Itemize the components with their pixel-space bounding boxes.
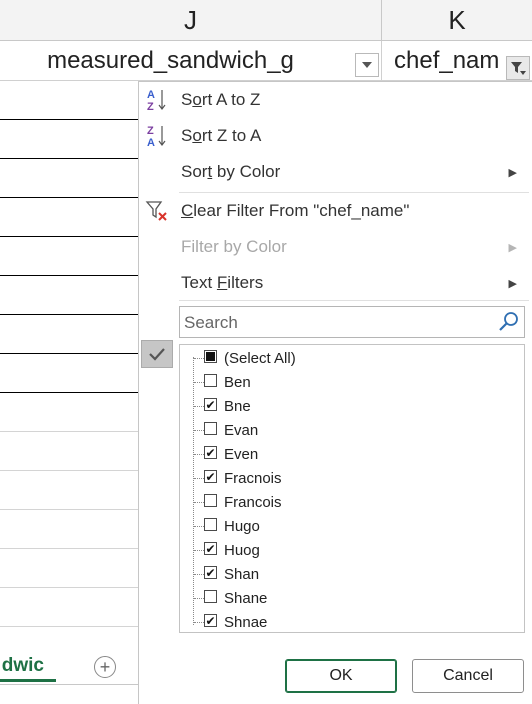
checkbox[interactable] — [204, 374, 217, 387]
menu-separator — [179, 300, 529, 301]
dropdown-arrow-icon — [362, 62, 372, 68]
svg-text:Z: Z — [147, 101, 154, 113]
cancel-button[interactable]: Cancel — [412, 659, 524, 693]
filter-value-label: Bne — [224, 397, 251, 415]
filter-value-item[interactable]: Evan — [180, 418, 500, 442]
column-header-j[interactable]: J — [0, 0, 382, 41]
add-sheet-button[interactable]: + — [94, 656, 116, 678]
filter-value-item[interactable]: ✔ Shnae — [180, 610, 500, 632]
autofilter-menu: A Z Sort A to Z Z A Sort Z to A Sort by … — [138, 81, 532, 704]
filter-value-item[interactable]: ✔ Even — [180, 442, 500, 466]
row-divider — [0, 587, 138, 588]
menu-item-label: Clear Filter From "chef_name" — [181, 201, 410, 220]
filter-value-item[interactable]: ✔ Huog — [180, 538, 500, 562]
filter-value-item[interactable]: Hugo — [180, 514, 500, 538]
menu-item-text-filters[interactable]: Text Filters ▶ — [139, 265, 531, 301]
menu-item-label: Text Filters — [181, 273, 264, 292]
filter-active-button[interactable] — [506, 56, 530, 80]
checkbox[interactable]: ✔ — [204, 542, 217, 555]
filter-value-list: (Select All) Ben ✔ Bne Evan ✔ Even ✔ Fracnois Fra… — [179, 344, 525, 633]
menu-item-sort-z-a[interactable]: Z A Sort Z to A — [139, 118, 531, 154]
row-divider — [0, 158, 138, 159]
row-divider — [0, 275, 138, 276]
checkbox[interactable] — [204, 518, 217, 531]
filter-value-item[interactable]: Francois — [180, 490, 500, 514]
menu-item-sort-by-color[interactable]: Sort by Color ▶ — [139, 154, 531, 190]
filter-value-item[interactable]: Ben — [180, 370, 500, 394]
checkmark-icon — [141, 340, 173, 368]
checkbox[interactable]: ✔ — [204, 614, 217, 627]
filter-value-label: Huog — [224, 541, 260, 559]
submenu-arrow-icon: ▶ — [508, 166, 517, 179]
checkbox[interactable] — [204, 422, 217, 435]
row-divider — [0, 197, 138, 198]
checkbox[interactable] — [204, 350, 217, 363]
sort-a-to-z-icon: A Z — [145, 87, 169, 113]
filter-dropdown-button[interactable] — [355, 53, 379, 77]
column-header-k[interactable]: K — [382, 0, 532, 41]
filter-value-label: Fracnois — [224, 469, 282, 487]
ok-button[interactable]: OK — [285, 659, 397, 693]
sort-z-to-a-icon: Z A — [145, 123, 169, 149]
row-divider — [0, 236, 138, 237]
filter-value-item[interactable]: ✔ Bne — [180, 394, 500, 418]
checkbox[interactable]: ✔ — [204, 566, 217, 579]
submenu-arrow-icon: ▶ — [508, 241, 517, 254]
row-divider — [0, 314, 138, 315]
search-box — [179, 306, 525, 339]
svg-text:Z: Z — [147, 125, 154, 137]
filter-value-label: Shan — [224, 565, 260, 583]
clear-filter-icon — [145, 198, 169, 224]
row-divider — [0, 626, 138, 627]
row-divider — [0, 119, 138, 120]
filter-value-label: Ben — [224, 373, 251, 391]
filter-value-label: Hugo — [224, 517, 260, 535]
checkbox[interactable]: ✔ — [204, 446, 217, 459]
menu-item-label: Sort Z to A — [181, 126, 262, 145]
search-icon[interactable] — [498, 311, 520, 333]
menu-item-clear-filter[interactable]: Clear Filter From "chef_name" — [139, 193, 531, 229]
filter-value-label: Shane — [224, 589, 268, 607]
filter-value-item[interactable]: Shane — [180, 586, 500, 610]
sheet-tab[interactable]: dwic — [0, 652, 56, 682]
menu-item-label: Filter by Color — [181, 237, 287, 256]
filter-value-item[interactable]: ✔ Fracnois — [180, 466, 500, 490]
row-divider — [0, 392, 138, 393]
header-cell-text: chef_nam — [394, 46, 500, 74]
filter-value-label: (Select All) — [224, 349, 296, 367]
row-divider — [0, 470, 138, 471]
filter-value-label: Even — [224, 445, 259, 463]
checkbox[interactable] — [204, 494, 217, 507]
submenu-arrow-icon: ▶ — [508, 277, 517, 290]
filter-value-item[interactable]: ✔ Shan — [180, 562, 500, 586]
filter-funnel-icon — [511, 62, 526, 75]
filter-value-label: Shnae — [224, 613, 268, 631]
column-letter-k: K — [448, 4, 466, 35]
row-divider — [0, 353, 138, 354]
filter-value-label: Francois — [224, 493, 282, 511]
tabbar-divider — [0, 684, 138, 685]
row-divider — [0, 548, 138, 549]
menu-item-sort-a-z[interactable]: A Z Sort A to Z — [139, 82, 531, 118]
filter-value-label: Evan — [224, 421, 259, 439]
header-cell-measured-sandwich[interactable]: measured_sandwich_g — [0, 41, 382, 81]
row-divider — [0, 509, 138, 510]
plus-circle-icon: + — [99, 656, 111, 677]
menu-item-label: Sort A to Z — [181, 90, 261, 109]
svg-text:A: A — [147, 137, 155, 149]
menu-item-label: Sort by Color — [181, 162, 281, 181]
menu-item-filter-by-color: Filter by Color ▶ — [139, 229, 531, 265]
column-letter-j: J — [184, 4, 197, 35]
checkbox[interactable] — [204, 590, 217, 603]
select-all-item[interactable]: (Select All) — [180, 346, 500, 370]
sheet-tab-label: dwic — [1, 654, 44, 676]
row-divider — [0, 431, 138, 432]
checkbox[interactable]: ✔ — [204, 398, 217, 411]
checkbox[interactable]: ✔ — [204, 470, 217, 483]
search-input[interactable] — [180, 307, 496, 339]
svg-text:A: A — [147, 89, 155, 101]
header-cell-text: measured_sandwich_g — [47, 46, 294, 74]
